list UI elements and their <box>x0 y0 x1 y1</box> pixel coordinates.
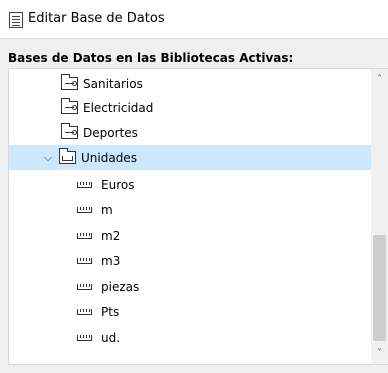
tree-item-label: Deportes <box>83 125 138 140</box>
tree-item-label: ud. <box>101 330 121 345</box>
ruler-icon <box>77 283 92 290</box>
tree-item-unidades[interactable]: ⌵ Unidades <box>9 145 372 170</box>
tree-item-label: piezas <box>101 279 140 294</box>
section-label: Bases de Datos en las Bibliotecas Activa… <box>8 51 294 65</box>
tree-item-m[interactable]: m <box>9 197 372 222</box>
ruler-icon <box>77 334 92 341</box>
scroll-up-icon[interactable]: ˄ <box>371 71 388 88</box>
tree-item-euros[interactable]: Euros <box>9 172 372 197</box>
tree-item-sanitarios[interactable]: Sanitarios <box>9 71 372 96</box>
vertical-scrollbar[interactable]: ˄ ˅ <box>371 69 388 364</box>
scroll-thumb[interactable] <box>373 235 386 341</box>
tree-item-ud[interactable]: ud. <box>9 325 372 350</box>
tree-item-label: m <box>101 202 113 217</box>
tree-item-pts[interactable]: Pts <box>9 299 372 324</box>
tree-item-label: Sanitarios <box>83 76 143 91</box>
ruler-folder-icon <box>59 148 76 164</box>
tree-item-label: m2 <box>101 228 121 243</box>
key-folder-icon <box>61 98 78 114</box>
tree-item-m2[interactable]: m2 <box>9 223 372 248</box>
ruler-icon <box>77 181 92 188</box>
ruler-icon <box>77 232 92 239</box>
tree-item-deportes[interactable]: Deportes <box>9 120 372 145</box>
tree-item-label: m3 <box>101 253 121 268</box>
title-bar: Editar Base de Datos <box>0 0 388 39</box>
chevron-down-icon[interactable]: ⌵ <box>42 151 54 164</box>
ruler-icon <box>77 308 92 315</box>
edit-database-window: Editar Base de Datos Bases de Datos en l… <box>0 0 388 373</box>
tree-item-m3[interactable]: m3 <box>9 248 372 273</box>
scroll-down-icon[interactable]: ˅ <box>371 345 388 362</box>
ruler-icon <box>77 206 92 213</box>
ruler-icon <box>77 257 92 264</box>
tree-item-label: Euros <box>101 177 135 192</box>
window-title: Editar Base de Datos <box>28 11 165 26</box>
tree-item-piezas[interactable]: piezas <box>9 274 372 299</box>
tree-item-label: Unidades <box>81 150 137 165</box>
key-folder-icon <box>61 74 78 90</box>
database-icon <box>9 12 23 28</box>
tree-item-label: Electricidad <box>83 100 154 115</box>
tree-item-electricidad[interactable]: Electricidad <box>9 95 372 120</box>
key-folder-icon <box>61 123 78 139</box>
database-tree[interactable]: Sanitarios Electricidad Deportes ⌵ Unida… <box>8 68 388 365</box>
tree-item-label: Pts <box>101 304 120 319</box>
